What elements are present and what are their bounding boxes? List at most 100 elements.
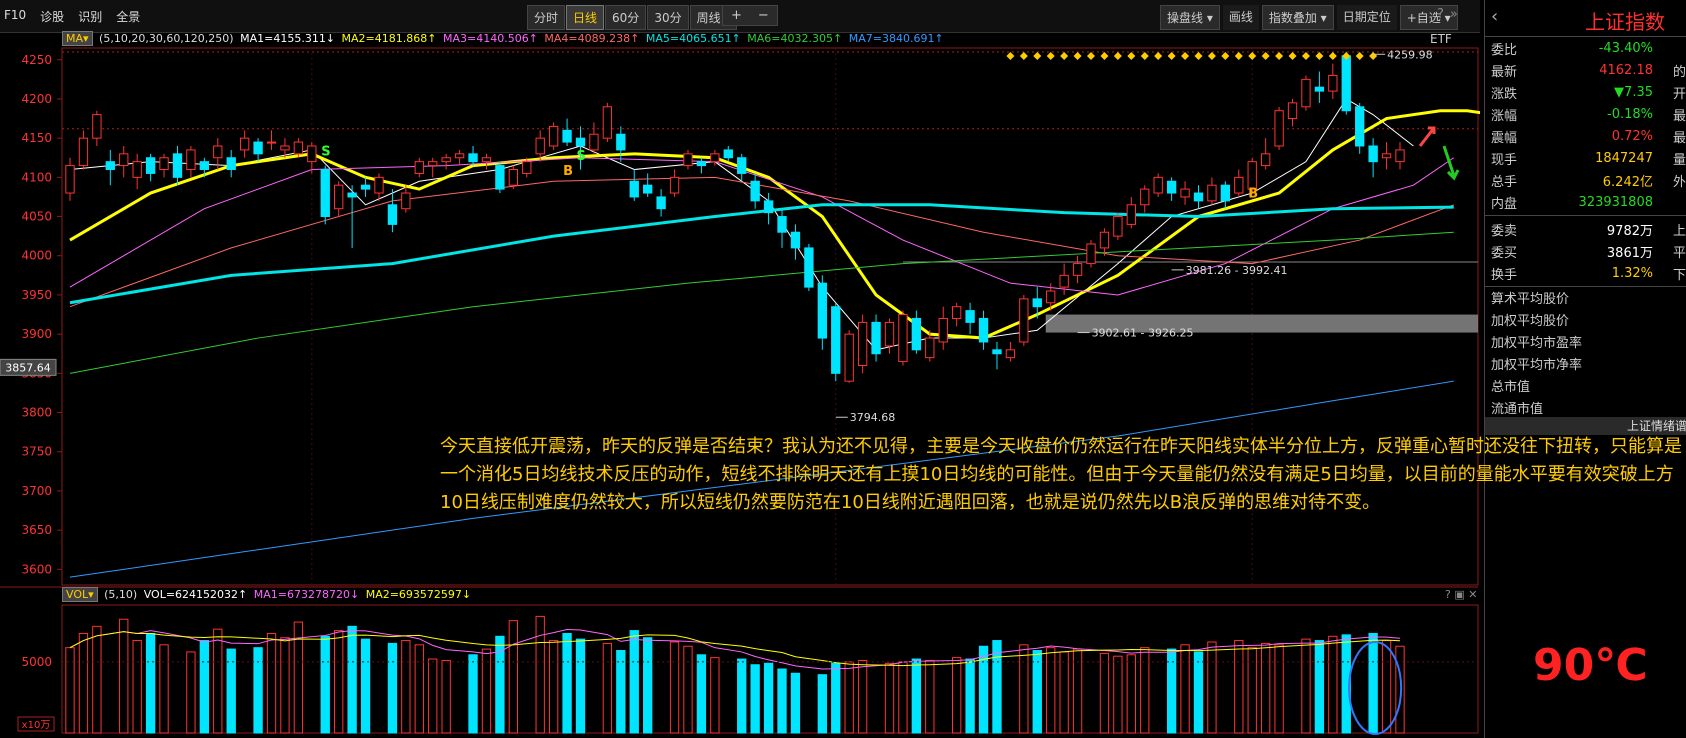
candle-body[interactable] <box>817 282 827 339</box>
market-stat-item[interactable]: 算术平均股价 <box>1485 289 1686 311</box>
candle-body[interactable] <box>199 161 210 171</box>
volume-bar[interactable] <box>508 620 518 734</box>
market-stat-item[interactable]: 加权平均市盈率 <box>1485 333 1686 355</box>
candle-body[interactable] <box>1301 78 1311 108</box>
candle-body[interactable] <box>1395 149 1405 163</box>
candle-body[interactable] <box>857 321 868 366</box>
volume-bar[interactable] <box>710 657 720 734</box>
volume-bar[interactable] <box>1113 655 1123 734</box>
candle-body[interactable] <box>1234 176 1244 194</box>
volume-bar[interactable] <box>884 662 895 734</box>
volume-bar[interactable] <box>1099 652 1110 734</box>
candle-body[interactable] <box>548 125 559 147</box>
volume-bar[interactable] <box>763 662 774 734</box>
candle-body[interactable] <box>1328 74 1338 92</box>
vol-indicator-dropdown[interactable]: VOL▾ <box>62 587 98 602</box>
volume-bar[interactable] <box>669 641 680 734</box>
candle-body[interactable] <box>92 114 102 139</box>
candle-body[interactable] <box>669 176 680 194</box>
volume-bar[interactable] <box>428 658 438 734</box>
candle-body[interactable] <box>992 349 1002 355</box>
candle-body[interactable] <box>911 317 922 351</box>
candle-body[interactable] <box>1113 216 1123 237</box>
candle-body[interactable] <box>468 153 478 163</box>
volume-bar[interactable] <box>1260 642 1271 734</box>
candle-body[interactable] <box>1072 263 1083 276</box>
candle-body[interactable] <box>656 196 666 210</box>
candle-body[interactable] <box>1180 188 1190 198</box>
candle-body[interactable] <box>616 133 626 151</box>
candle-body[interactable] <box>844 333 854 382</box>
candle-body[interactable] <box>1260 153 1271 167</box>
volume-bar[interactable] <box>1180 644 1190 734</box>
volume-bar[interactable] <box>831 662 841 734</box>
volume-bar[interactable] <box>468 654 478 734</box>
candle-body[interactable] <box>790 231 801 249</box>
volume-bar[interactable] <box>898 661 908 734</box>
volume-bar[interactable] <box>92 625 102 734</box>
volume-bar[interactable] <box>1019 644 1029 734</box>
diagnose-button[interactable]: 诊股 <box>40 8 64 25</box>
collapse-panel-icon[interactable]: » <box>1450 7 1458 22</box>
candle-body[interactable] <box>1126 204 1136 225</box>
zoom-in-button[interactable]: + <box>723 6 750 25</box>
candle-body[interactable] <box>1140 188 1150 206</box>
candle-body[interactable] <box>643 184 653 194</box>
candle-body[interactable] <box>226 157 236 171</box>
candle-body[interactable] <box>119 153 129 167</box>
volume-bar[interactable] <box>750 664 760 734</box>
volume-panel-icons[interactable]: ? ▣ ✕ <box>1445 588 1477 601</box>
candle-body[interactable] <box>1341 55 1351 112</box>
candle-body[interactable] <box>293 141 304 155</box>
volume-bar[interactable] <box>253 647 263 734</box>
candle-body[interactable] <box>710 153 720 163</box>
volume-bar[interactable] <box>1046 647 1056 734</box>
volume-bar[interactable] <box>347 625 357 734</box>
candle-body[interactable] <box>978 317 989 343</box>
volume-bar[interactable] <box>952 657 962 734</box>
volume-bar[interactable] <box>199 640 210 734</box>
volume-bar[interactable] <box>1314 640 1325 734</box>
candle-body[interactable] <box>1153 176 1163 194</box>
volume-bar[interactable] <box>1328 635 1338 734</box>
candle-body[interactable] <box>589 133 599 151</box>
candle-body[interactable] <box>239 137 250 151</box>
candle-body[interactable] <box>522 161 532 174</box>
volume-bar[interactable] <box>119 618 129 734</box>
tab-60min[interactable]: 60分 <box>605 5 647 30</box>
volume-bar[interactable] <box>1207 641 1217 734</box>
candle-body[interactable] <box>360 184 371 190</box>
tab-30min[interactable]: 30分 <box>647 5 689 30</box>
volume-bar[interactable] <box>1381 640 1392 734</box>
volume-bar[interactable] <box>387 642 398 734</box>
volume-bar[interactable] <box>78 632 89 734</box>
candle-body[interactable] <box>1381 153 1392 159</box>
tab-intraday[interactable]: 分时 <box>527 5 566 30</box>
candle-body[interactable] <box>401 192 411 210</box>
volume-bar[interactable] <box>1193 651 1204 734</box>
volume-bar[interactable] <box>1274 644 1284 734</box>
etf-label[interactable]: ETF <box>1430 32 1452 46</box>
candle-body[interactable] <box>428 161 438 167</box>
ma-indicator-dropdown[interactable]: MA▾ <box>62 31 93 46</box>
candle-body[interactable] <box>1207 184 1217 202</box>
candle-body[interactable] <box>172 153 183 178</box>
candle-body[interactable] <box>1019 298 1029 343</box>
chevron-left-icon[interactable]: ‹ <box>1491 6 1498 27</box>
volume-bar[interactable] <box>629 630 639 734</box>
candle-body[interactable] <box>562 129 572 143</box>
candle-body[interactable] <box>1046 290 1056 304</box>
volume-bar[interactable] <box>266 632 277 734</box>
volume-bar[interactable] <box>562 632 572 734</box>
candle-body[interactable] <box>884 321 895 347</box>
candle-body[interactable] <box>1274 110 1284 147</box>
candle-body[interactable] <box>1086 243 1096 265</box>
market-stat-item[interactable]: 总市值 <box>1485 377 1686 399</box>
volume-bar[interactable] <box>575 638 586 734</box>
candle-body[interactable] <box>965 310 975 323</box>
candle-body[interactable] <box>374 176 384 194</box>
draw-line-button[interactable]: 画线 <box>1222 5 1259 30</box>
volume-bar[interactable] <box>696 654 707 734</box>
candle-body[interactable] <box>696 161 707 167</box>
candle-body[interactable] <box>602 106 613 139</box>
